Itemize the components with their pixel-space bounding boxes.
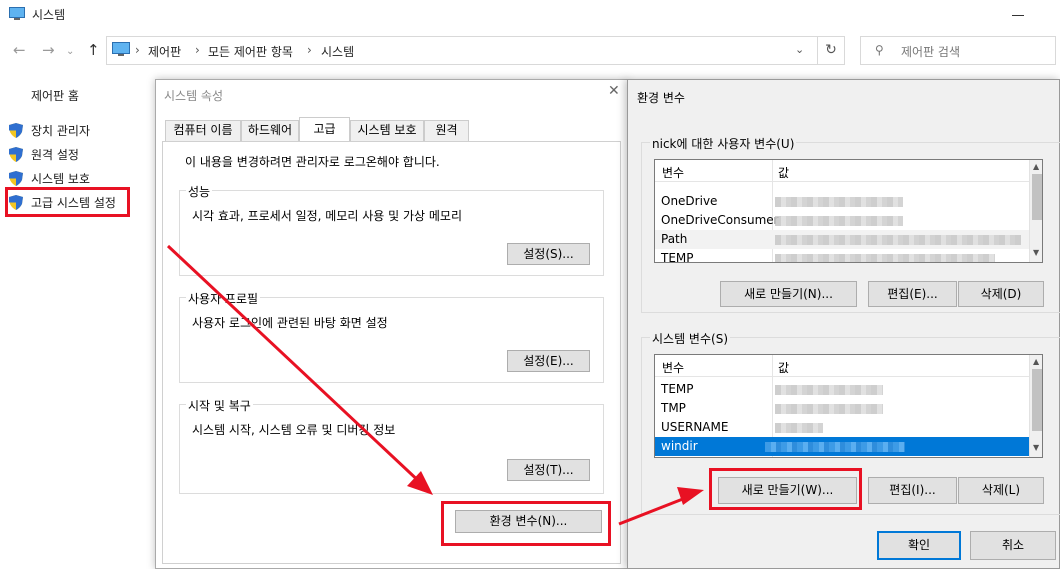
annotation-arrows bbox=[166, 244, 704, 526]
